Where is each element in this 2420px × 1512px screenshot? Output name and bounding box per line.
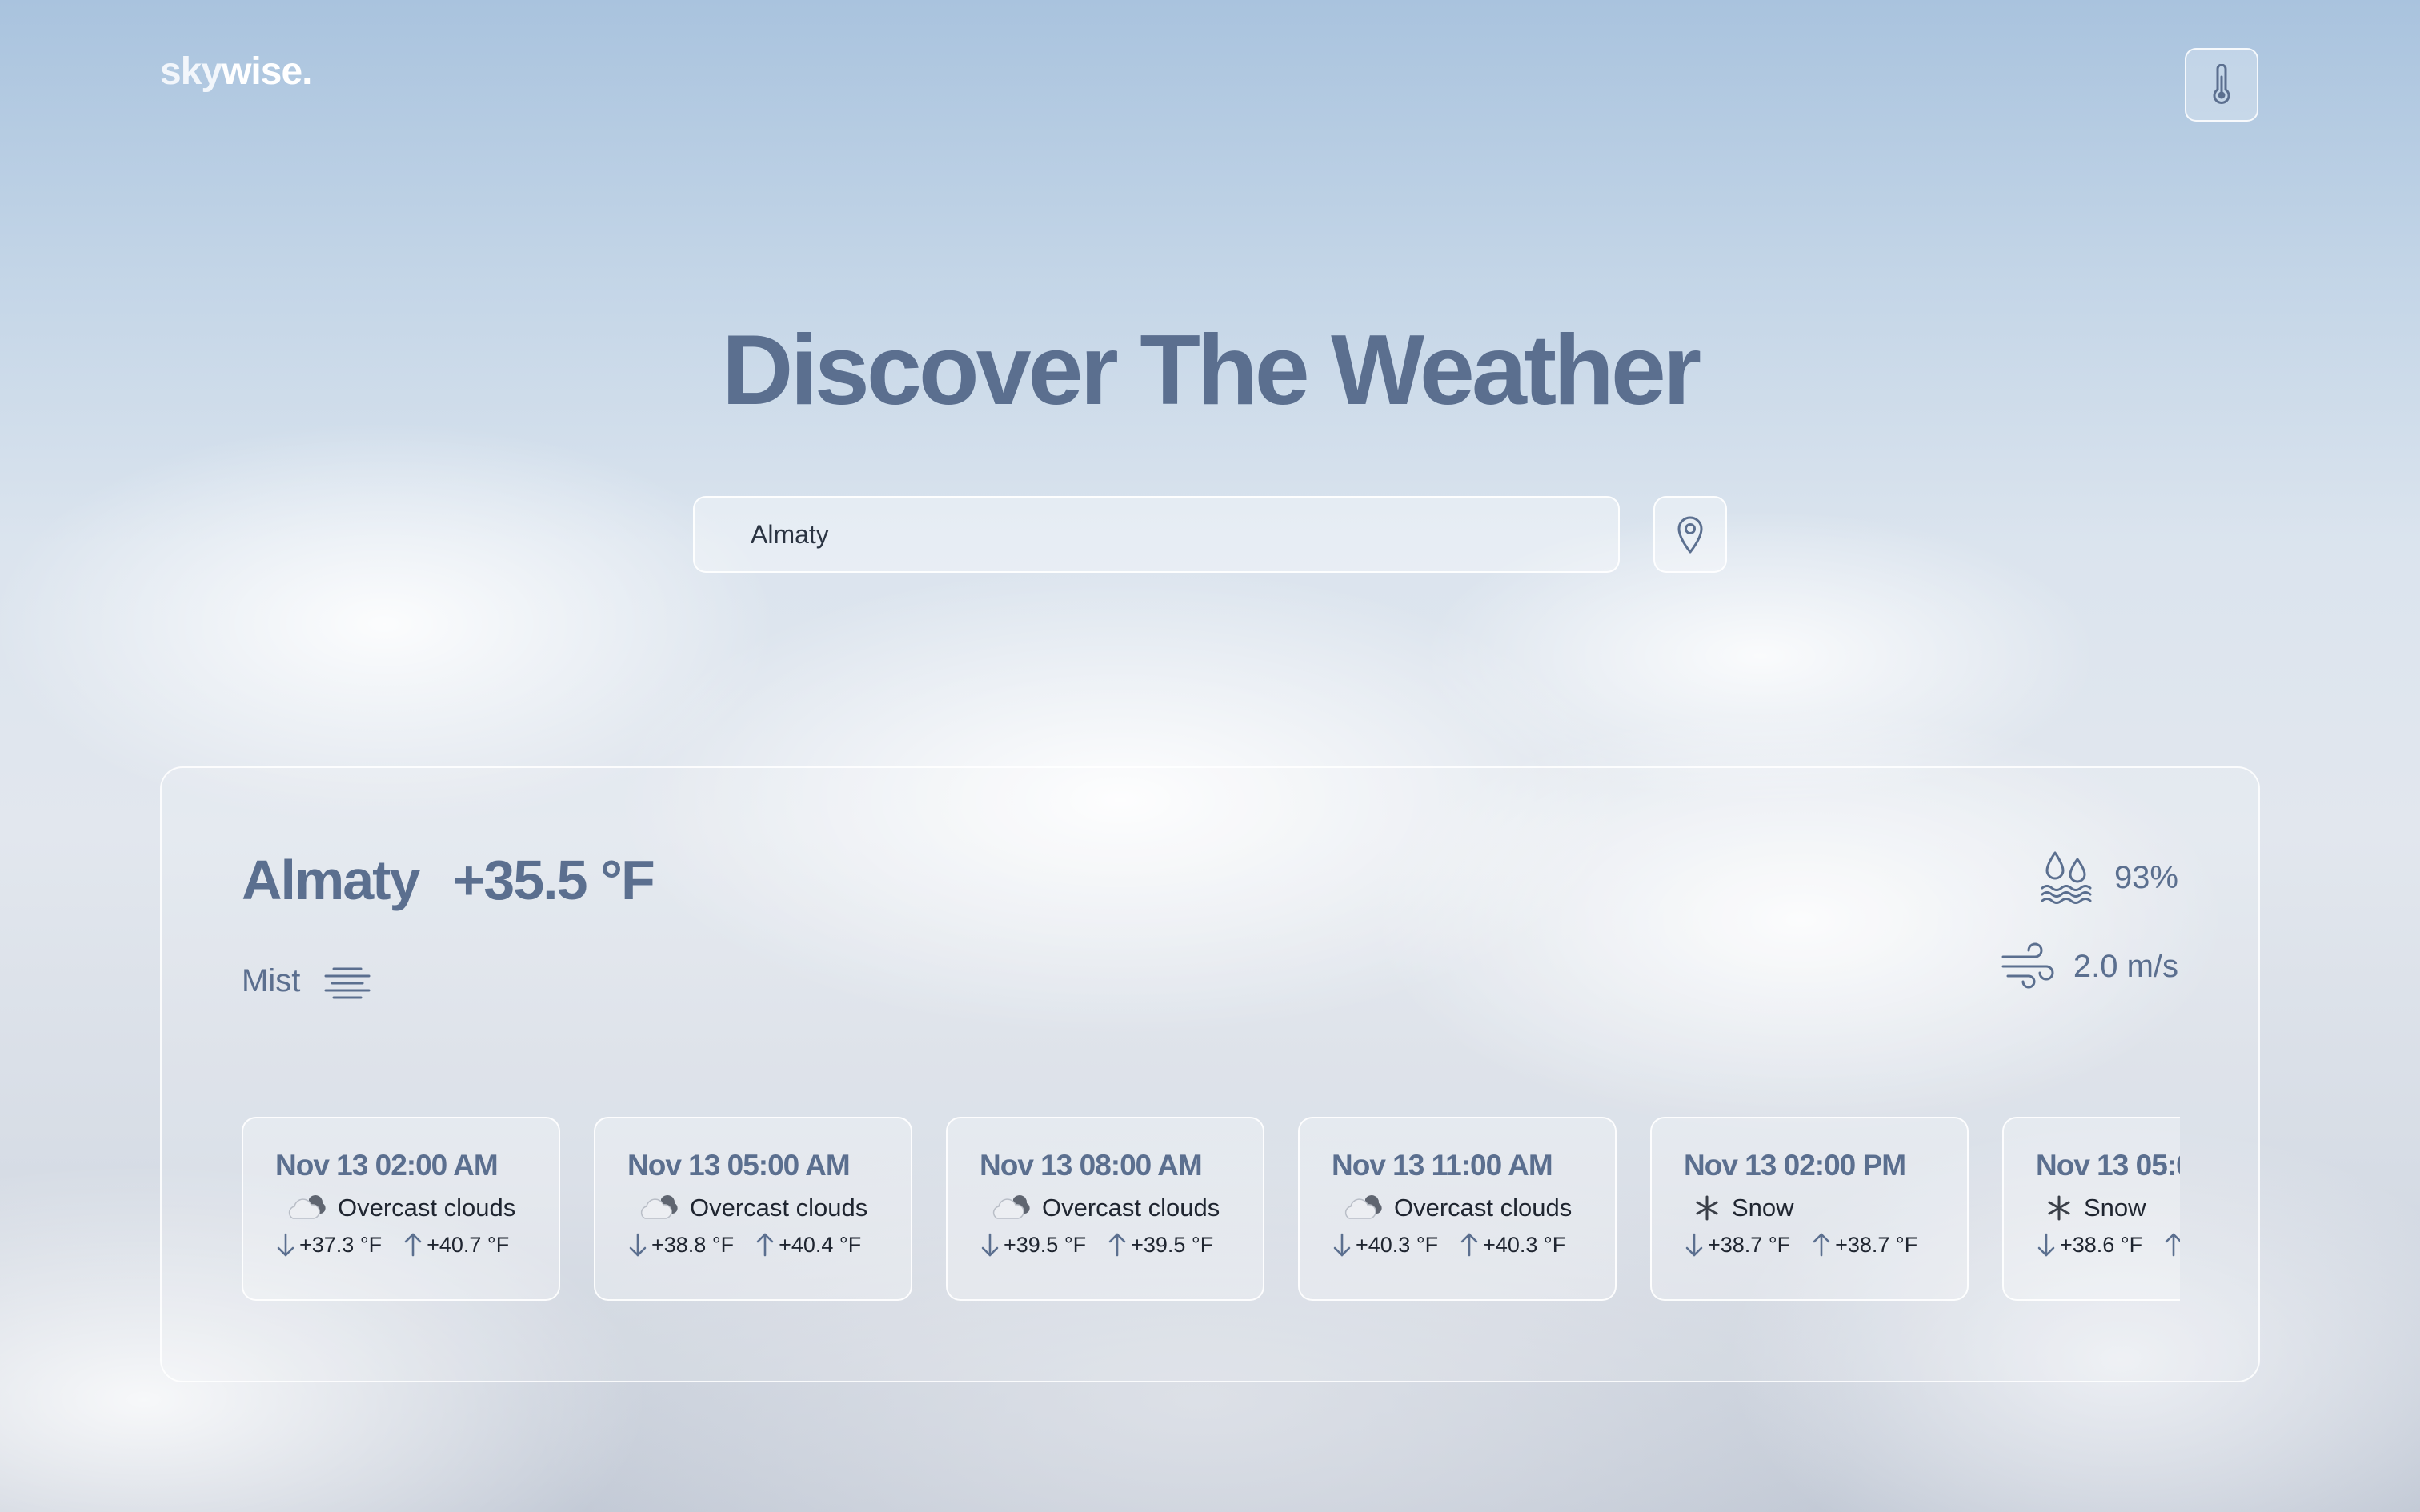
- humidity-value: 93%: [2113, 859, 2178, 895]
- arrow-down-icon: [1332, 1232, 1352, 1258]
- forecast-max-temp: +39.5 °F: [1131, 1232, 1214, 1257]
- arrow-down-icon: [627, 1232, 648, 1258]
- forecast-condition-label: Overcast clouds: [1042, 1194, 1220, 1222]
- forecast-track: Nov 13 02:00 AM Overcast clouds +37.3 °F +4…: [242, 1117, 2180, 1301]
- snowflake-icon: [1693, 1194, 1721, 1222]
- arrow-down-icon: [1684, 1232, 1705, 1258]
- forecast-card[interactable]: Nov 13 05:00 PM Snow +38.6 °F: [2002, 1117, 2180, 1301]
- forecast-temperature-range: +39.5 °F +39.5 °F: [980, 1232, 1263, 1258]
- forecast-min-temp: +37.3 °F: [299, 1232, 383, 1257]
- forecast-temperature-range: +40.3 °F +40.3 °F: [1332, 1232, 1615, 1258]
- forecast-temperature-range: +37.3 °F +40.7 °F: [275, 1232, 559, 1258]
- forecast-card[interactable]: Nov 13 05:00 AM Overcast clouds +38.8 °F +4…: [594, 1117, 912, 1301]
- condition-label: Mist: [242, 963, 301, 998]
- city-name: Almaty: [242, 849, 420, 911]
- map-pin-icon: [1677, 516, 1703, 554]
- cloud-icon: [285, 1194, 327, 1222]
- forecast-max-temp: +38.7 °F: [1835, 1232, 1918, 1257]
- forecast-max-temp: +40.4 °F: [779, 1232, 862, 1257]
- forecast-time: Nov 13 05:00 AM: [627, 1149, 851, 1182]
- forecast-card[interactable]: Nov 13 02:00 PM Snow +38.7 °F +38.7 °F: [1650, 1117, 1969, 1301]
- forecast-condition-label: Snow: [1732, 1194, 1794, 1222]
- current-weather-panel: Almaty +35.5 °F Mist 93% 2.0 m/s Nov 13 …: [160, 766, 2260, 1382]
- wind-icon: [2001, 942, 2054, 989]
- forecast-condition: Overcast clouds: [1332, 1194, 1615, 1222]
- forecast-min-temp: +38.6 °F: [2060, 1232, 2143, 1257]
- forecast-condition: Overcast clouds: [980, 1194, 1263, 1222]
- forecast-min-temp: +40.3 °F: [1356, 1232, 1439, 1257]
- brand-logo-part-1: sky: [160, 50, 222, 93]
- brand-logo[interactable]: skywise.: [160, 50, 313, 94]
- forecast-condition: Snow: [2036, 1194, 2180, 1222]
- wind-value: 2.0 m/s: [2073, 948, 2178, 984]
- current-location-button[interactable]: [1653, 496, 1727, 573]
- forecast-temperature-range: +38.8 °F +40.4 °F: [627, 1232, 911, 1258]
- forecast-condition-label: Snow: [2084, 1194, 2146, 1222]
- cloud-icon: [637, 1194, 679, 1222]
- forecast-condition-label: Overcast clouds: [1394, 1194, 1573, 1222]
- forecast-carousel[interactable]: Nov 13 02:00 AM Overcast clouds +37.3 °F +4…: [242, 1117, 2180, 1304]
- forecast-time: Nov 13 02:00 PM: [1684, 1149, 1906, 1182]
- forecast-min-temp: +39.5 °F: [1004, 1232, 1087, 1257]
- arrow-up-icon: [2163, 1232, 2180, 1258]
- snowflake-icon: [2045, 1194, 2073, 1222]
- brand-logo-part-2: wise.: [222, 50, 312, 93]
- forecast-condition-label: Overcast clouds: [690, 1194, 868, 1222]
- arrow-up-icon: [1459, 1232, 1480, 1258]
- thermometer-icon: [2213, 64, 2230, 104]
- forecast-min-temp: +38.8 °F: [651, 1232, 735, 1257]
- cloud-icon: [989, 1194, 1031, 1222]
- forecast-time: Nov 13 11:00 AM: [1332, 1149, 1553, 1182]
- forecast-condition: Overcast clouds: [275, 1194, 559, 1222]
- cloud-icon: [1341, 1194, 1383, 1222]
- arrow-up-icon: [1107, 1232, 1128, 1258]
- arrow-up-icon: [755, 1232, 775, 1258]
- arrow-down-icon: [980, 1232, 1000, 1258]
- forecast-temperature-range: +38.6 °F: [2036, 1232, 2180, 1258]
- arrow-up-icon: [403, 1232, 423, 1258]
- forecast-card[interactable]: Nov 13 02:00 AM Overcast clouds +37.3 °F +4…: [242, 1117, 560, 1301]
- forecast-time: Nov 13 05:00 PM: [2036, 1149, 2180, 1182]
- arrow-down-icon: [2036, 1232, 2057, 1258]
- forecast-min-temp: +38.7 °F: [1708, 1232, 1791, 1257]
- forecast-condition: Overcast clouds: [627, 1194, 911, 1222]
- forecast-temperature-range: +38.7 °F +38.7 °F: [1684, 1232, 1967, 1258]
- forecast-condition-label: Overcast clouds: [338, 1194, 516, 1222]
- forecast-card[interactable]: Nov 13 08:00 AM Overcast clouds +39.5 °F +3…: [946, 1117, 1264, 1301]
- forecast-condition: Snow: [1684, 1194, 1967, 1222]
- city-search-input[interactable]: [749, 518, 1553, 550]
- forecast-max-temp: +40.3 °F: [1483, 1232, 1566, 1257]
- city-search-box[interactable]: [693, 496, 1620, 573]
- page-title: Discover The Weather: [721, 315, 1701, 426]
- forecast-card[interactable]: Nov 13 11:00 AM Overcast clouds +40.3 °F +4…: [1298, 1117, 1617, 1301]
- arrow-down-icon: [275, 1232, 296, 1258]
- current-weather-header: Almaty +35.5 °F: [242, 848, 655, 912]
- current-condition: Mist: [242, 963, 374, 999]
- humidity-icon: [2041, 851, 2092, 904]
- current-temperature: +35.5 °F: [452, 849, 655, 911]
- unit-toggle-button[interactable]: [2185, 48, 2258, 122]
- forecast-max-temp: +40.7 °F: [427, 1232, 510, 1257]
- wind-stat: 2.0 m/s: [2000, 942, 2178, 990]
- humidity-stat: 93%: [2037, 848, 2178, 907]
- forecast-time: Nov 13 02:00 AM: [275, 1149, 499, 1182]
- mist-icon: [324, 967, 371, 998]
- forecast-time: Nov 13 08:00 AM: [980, 1149, 1203, 1182]
- arrow-up-icon: [1811, 1232, 1832, 1258]
